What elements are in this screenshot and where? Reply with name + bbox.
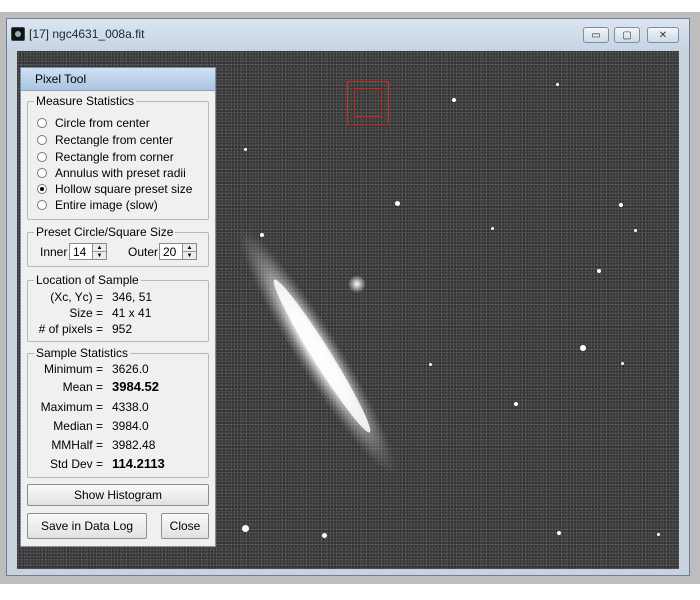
radio-circle-from-center[interactable]: Circle from center xyxy=(37,116,150,130)
inner-spin-buttons[interactable]: ▲ ▼ xyxy=(93,243,107,260)
radio-button[interactable] xyxy=(37,152,47,162)
preset-size-legend: Preset Circle/Square Size xyxy=(36,225,174,239)
star xyxy=(621,362,624,365)
radio-rectangle-from-center[interactable]: Rectangle from center xyxy=(37,133,173,147)
maximize-button[interactable]: ▢ xyxy=(614,27,640,43)
star xyxy=(244,148,247,151)
star xyxy=(242,525,249,532)
mmhalf-value: 3982.48 xyxy=(112,438,156,452)
pixels-label: # of pixels = xyxy=(38,322,103,336)
show-histogram-button[interactable]: Show Histogram xyxy=(27,484,209,506)
pixels-value: 952 xyxy=(112,322,133,336)
close-button[interactable]: Close xyxy=(161,513,209,539)
star xyxy=(514,402,518,406)
median-label: Median = xyxy=(53,419,103,433)
star xyxy=(452,98,456,102)
inner-label: Inner xyxy=(40,245,68,259)
location-legend: Location of Sample xyxy=(36,273,139,287)
star xyxy=(491,227,494,230)
mean-value: 3984.52 xyxy=(112,379,159,394)
radio-button[interactable] xyxy=(37,135,47,145)
outer-spin-buttons[interactable]: ▲ ▼ xyxy=(183,243,197,260)
radio-label: Rectangle from center xyxy=(55,133,174,147)
save-data-log-button[interactable]: Save in Data Log xyxy=(27,513,147,539)
minimize-button[interactable]: ▭ xyxy=(583,27,609,43)
galaxy-core xyxy=(273,279,371,433)
std-dev-value: 114.2113 xyxy=(112,456,165,471)
radio-hollow-square-preset[interactable]: Hollow square preset size xyxy=(37,182,192,196)
spin-up-icon[interactable]: ▲ xyxy=(183,244,196,251)
star xyxy=(657,533,660,536)
pixel-tool-title: Pixel Tool xyxy=(35,72,87,86)
star xyxy=(429,363,432,366)
spin-up-icon[interactable]: ▲ xyxy=(93,244,106,251)
spin-down-icon[interactable]: ▼ xyxy=(183,251,196,259)
xc-yc-value: 346, 51 xyxy=(112,290,153,304)
star xyxy=(260,233,264,237)
spin-down-icon[interactable]: ▼ xyxy=(93,251,106,259)
star xyxy=(395,201,400,206)
xc-yc-label: (Xc, Yc) = xyxy=(50,290,103,304)
outer-size-stepper[interactable]: 20 ▲ ▼ xyxy=(159,243,197,260)
mean-label: Mean = xyxy=(62,380,103,394)
sample-region-inner[interactable] xyxy=(354,88,382,117)
star xyxy=(634,229,637,232)
close-icon: ✕ xyxy=(658,29,668,41)
sample-statistics-legend: Sample Statistics xyxy=(36,346,129,360)
minimum-label: Minimum = xyxy=(43,362,103,376)
maximum-value: 4338.0 xyxy=(112,400,149,414)
radio-label: Hollow square preset size xyxy=(55,182,193,196)
window-title: [17] ngc4631_008a.fit xyxy=(29,27,145,41)
companion-galaxy xyxy=(348,275,366,293)
radio-button-selected[interactable] xyxy=(37,184,47,194)
minimize-icon: ▭ xyxy=(591,29,601,41)
inner-size-value[interactable]: 14 xyxy=(69,243,93,260)
radio-label: Annulus with preset radii xyxy=(55,166,186,180)
radio-label: Circle from center xyxy=(55,116,150,130)
radio-label: Entire image (slow) xyxy=(55,198,158,212)
radio-entire-image[interactable]: Entire image (slow) xyxy=(37,198,158,212)
star xyxy=(557,531,561,535)
std-dev-label: Std Dev = xyxy=(49,457,103,471)
maximum-label: Maximum = xyxy=(40,400,103,414)
star xyxy=(556,83,559,86)
radio-button[interactable] xyxy=(37,168,47,178)
title-bar[interactable]: [17] ngc4631_008a.fit ▭ ▢ ✕ xyxy=(7,19,689,49)
star xyxy=(322,533,327,538)
radio-label: Rectangle from corner xyxy=(55,150,174,164)
size-label: Size = xyxy=(69,306,103,320)
star xyxy=(580,345,586,351)
measure-statistics-legend: Measure Statistics xyxy=(36,94,135,108)
minimum-value: 3626.0 xyxy=(112,362,149,376)
star xyxy=(597,269,601,273)
radio-annulus-preset-radii[interactable]: Annulus with preset radii xyxy=(37,166,186,180)
size-value: 41 x 41 xyxy=(112,306,152,320)
radio-button[interactable] xyxy=(37,200,47,210)
mmhalf-label: MMHalf = xyxy=(51,438,103,452)
outer-size-value[interactable]: 20 xyxy=(159,243,183,260)
pixel-tool-titlebar[interactable]: Pixel Tool xyxy=(21,68,215,91)
radio-button[interactable] xyxy=(37,118,47,128)
pixel-tool-dialog: Pixel Tool Measure Statistics Circle fro… xyxy=(20,67,216,547)
median-value: 3984.0 xyxy=(112,419,149,433)
radio-rectangle-from-corner[interactable]: Rectangle from corner xyxy=(37,150,174,164)
star xyxy=(619,203,623,207)
close-window-button[interactable]: ✕ xyxy=(647,27,679,43)
outer-label: Outer xyxy=(128,245,159,259)
maximize-icon: ▢ xyxy=(622,29,632,41)
inner-size-stepper[interactable]: 14 ▲ ▼ xyxy=(69,243,107,260)
app-icon xyxy=(11,27,25,41)
